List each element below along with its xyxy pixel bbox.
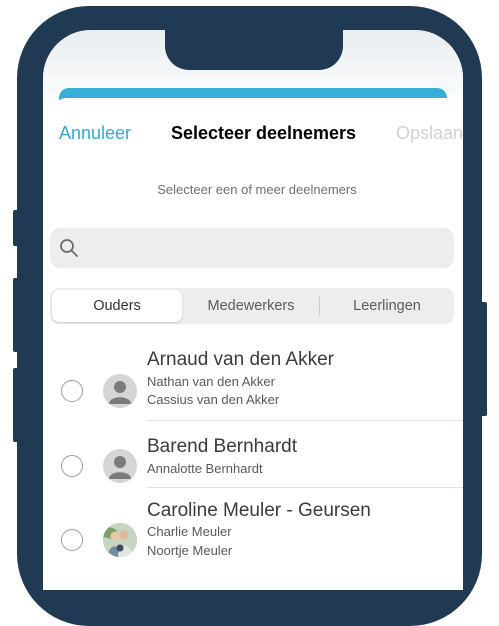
avatar <box>103 523 137 557</box>
radio-button[interactable] <box>61 529 83 551</box>
phone-screen: Annuleer Selecteer deelnemers Opslaan Se… <box>43 30 463 590</box>
search-icon <box>60 239 78 257</box>
phone-side-button-left-bottom <box>13 368 19 442</box>
list-item[interactable]: Caroline Meuler - Geursen Charlie Meuler… <box>51 500 463 590</box>
person-placeholder-icon <box>109 381 131 404</box>
child-name: Charlie Meuler <box>147 524 232 539</box>
parent-name: Caroline Meuler - Geursen <box>147 500 371 521</box>
role-segmented-control: Ouders Medewerkers Leerlingen <box>50 288 454 324</box>
phone-side-button-right <box>480 302 487 416</box>
list-separator <box>147 487 463 488</box>
avatar <box>103 449 137 483</box>
participant-picker-sheet: Annuleer Selecteer deelnemers Opslaan Se… <box>50 98 463 590</box>
phone-side-button-left-top <box>13 210 19 246</box>
parent-name: Arnaud van den Akker <box>147 349 334 370</box>
person-placeholder-icon <box>109 456 131 479</box>
child-name: Cassius van den Akker <box>147 392 280 407</box>
phone-notch <box>165 8 343 70</box>
search-input[interactable] <box>50 228 454 268</box>
tab-ouders[interactable]: Ouders <box>52 290 182 322</box>
segment-divider <box>319 297 320 315</box>
parent-name: Barend Bernhardt <box>147 436 297 457</box>
avatar <box>103 374 137 408</box>
child-name: Nathan van den Akker <box>147 374 275 389</box>
radio-button[interactable] <box>61 455 83 477</box>
child-name: Noortje Meuler <box>147 543 233 558</box>
navigation-bar: Annuleer Selecteer deelnemers Opslaan <box>59 120 463 146</box>
list-item[interactable]: Barend Bernhardt Annalotte Bernhardt <box>51 434 463 504</box>
instruction-text: Selecteer een of meer deelnemers <box>157 182 357 197</box>
family-photo-icon <box>103 523 137 557</box>
list-item[interactable]: Arnaud van den Akker Nathan van den Akke… <box>51 346 463 436</box>
list-separator <box>147 420 463 421</box>
tab-medewerkers[interactable]: Medewerkers <box>186 290 316 322</box>
radio-button[interactable] <box>61 380 83 402</box>
tab-leerlingen[interactable]: Leerlingen <box>322 290 452 322</box>
cancel-button[interactable]: Annuleer <box>59 123 131 144</box>
sheet-title: Selecteer deelnemers <box>170 122 357 143</box>
child-name: Annalotte Bernhardt <box>147 461 263 476</box>
save-button[interactable]: Opslaan <box>396 123 463 144</box>
phone-side-button-left-mid <box>13 278 19 352</box>
